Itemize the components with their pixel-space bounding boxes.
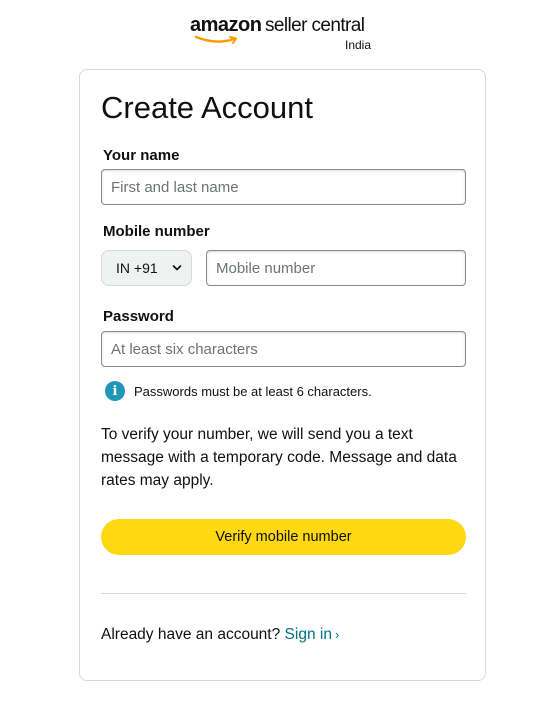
chevron-right-icon: › [334,627,340,642]
divider [101,593,466,594]
password-hint-text: Passwords must be at least 6 characters. [134,383,372,399]
logo-smile-icon [194,35,237,44]
signin-prompt: Already have an account? [101,626,285,643]
chevron-down-icon [172,265,182,271]
password-input[interactable] [101,331,466,367]
name-label: Your name [103,147,180,164]
country-code-select[interactable]: IN +91 [101,250,192,286]
signin-link-label: Sign in [284,626,332,643]
create-account-card: Create Account Your name Mobile number I… [79,69,486,681]
verify-mobile-number-button[interactable]: Verify mobile number [101,519,466,555]
info-circle-icon: i [105,381,125,401]
name-input[interactable] [101,169,466,205]
amazon-seller-central-logo[interactable]: amazon seller central India [190,14,390,54]
password-hint: i Passwords must be at least 6 character… [105,380,372,402]
logo-brand: amazon [190,14,262,36]
logo-product: seller central [265,15,365,36]
mobile-number-input[interactable] [206,250,466,286]
page-title: Create Account [101,90,313,125]
country-code-value: IN +91 [116,260,158,276]
signin-row: Already have an account? Sign in › [101,626,339,644]
password-label: Password [103,308,174,325]
verify-note: To verify your number, we will send you … [101,426,457,489]
logo-region: India [345,38,372,52]
mobile-label: Mobile number [103,223,210,240]
signin-link[interactable]: Sign in › [285,626,340,643]
